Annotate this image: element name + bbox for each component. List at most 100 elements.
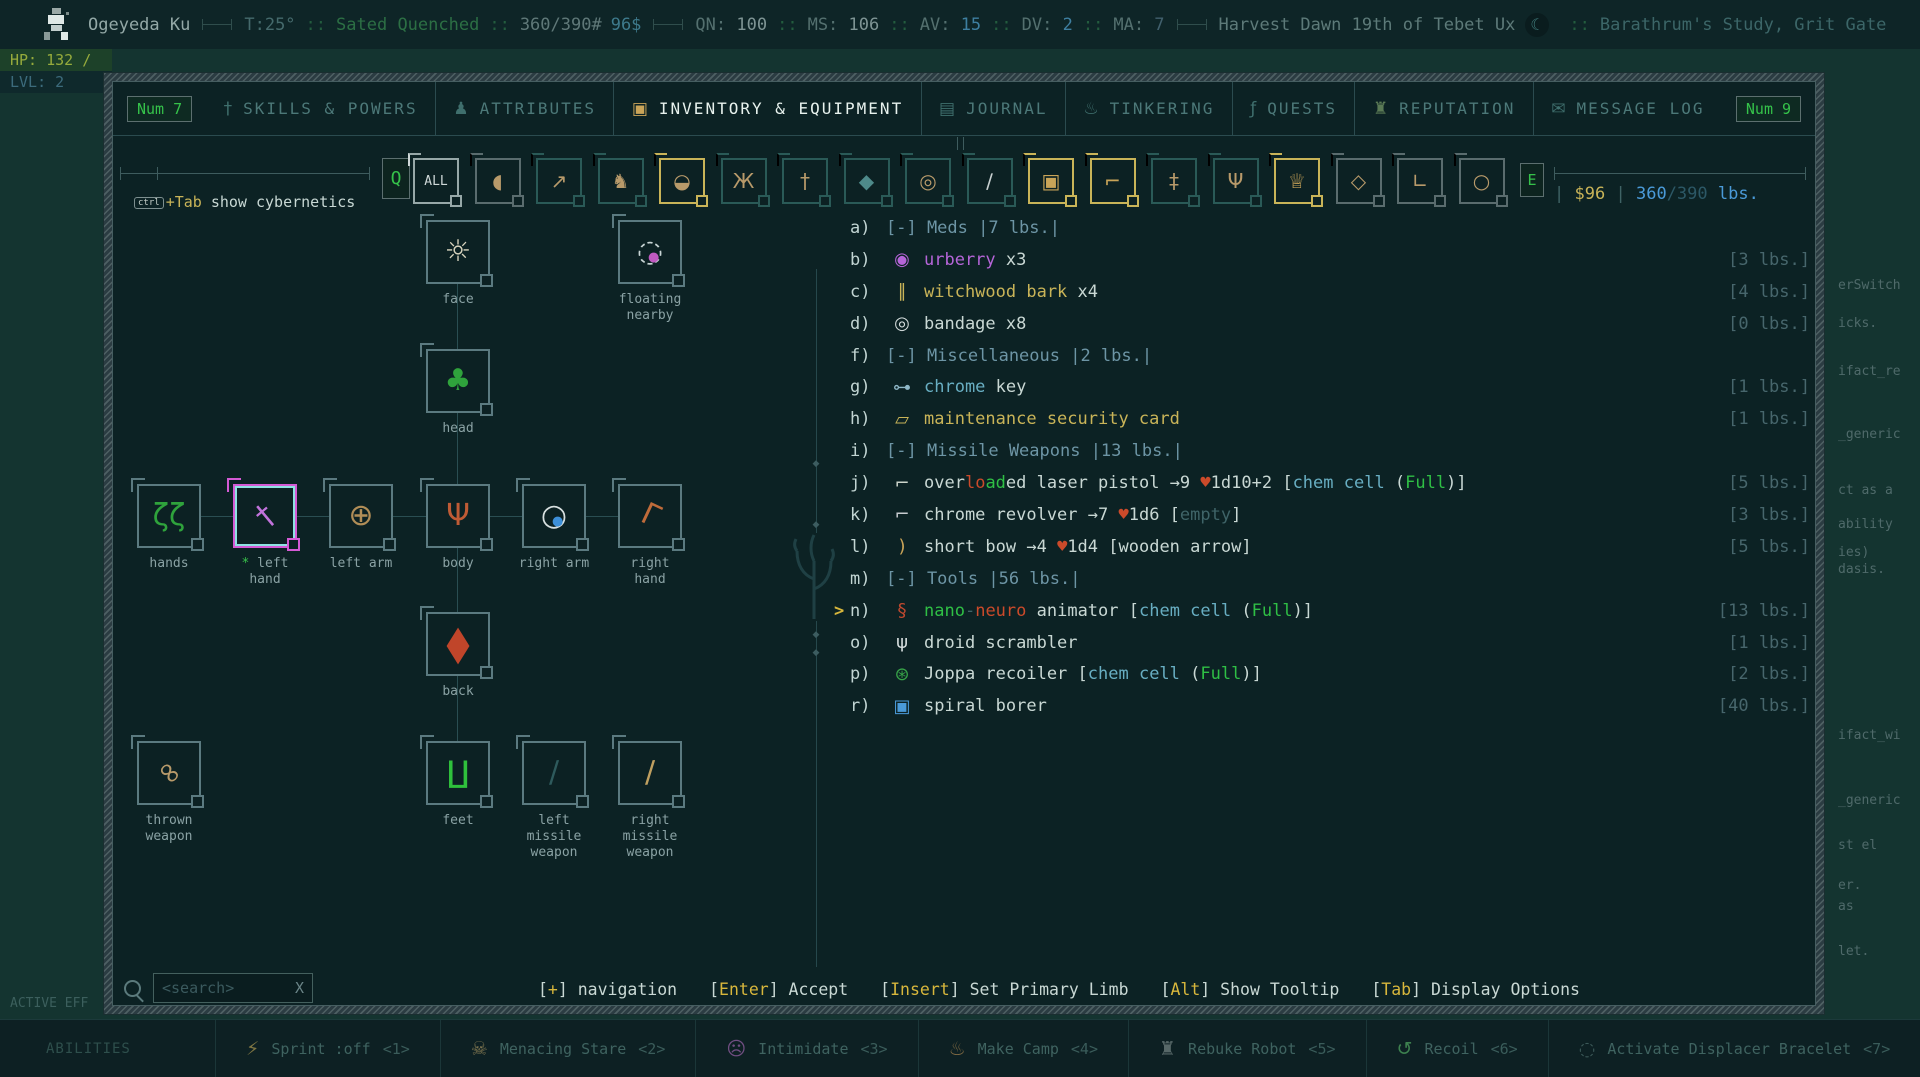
inventory-category-row[interactable]: f) [-] Miscellaneous |2 lbs.| bbox=[850, 340, 1810, 372]
equipment-slot-back[interactable]: ◆ bbox=[420, 606, 493, 679]
inventory-item-chrome-revolver[interactable]: k) ⌐ chrome revolver →7 ♥1d6 [empty] [3 lbs… bbox=[850, 499, 1810, 531]
ability-rebuke-robot[interactable]: ♜ Rebuke Robot <5> bbox=[1128, 1020, 1366, 1077]
tab-label: INVENTORY & EQUIPMENT bbox=[658, 99, 904, 118]
connector-line bbox=[490, 516, 522, 517]
equipment-slot-hands[interactable]: ζζ bbox=[131, 478, 204, 551]
item-letter: c) bbox=[850, 281, 871, 302]
tab-tinkering[interactable]: ♨ TINKERING bbox=[1064, 82, 1232, 135]
item-letter: i) bbox=[850, 441, 871, 462]
tab-quests[interactable]: ƒ QUESTS bbox=[1231, 82, 1355, 135]
equipment-slot-label-right-arm: right arm bbox=[518, 556, 590, 571]
inventory-item-urberry[interactable]: b) ◉ urberry x3 [3 lbs.] bbox=[850, 244, 1810, 276]
item-weight: [4 lbs.] bbox=[1728, 281, 1810, 302]
filter-scroll[interactable]: ◇ bbox=[1330, 153, 1385, 207]
num9-badge: Num 9 bbox=[1735, 95, 1802, 122]
inventory-item-nano-neuro-animator[interactable]: > n) § nano-neuro animator [chem cell (Full… bbox=[834, 595, 1810, 627]
filter-rod[interactable]: ∕ bbox=[961, 153, 1016, 207]
background-text-fragment: erSwitch bbox=[1838, 278, 1901, 293]
filter-scroll-right-key[interactable]: E bbox=[1520, 163, 1544, 197]
tab-reputation[interactable]: ♜ REPUTATION bbox=[1354, 82, 1532, 135]
filter-gem[interactable]: ◆ bbox=[838, 153, 893, 207]
ability-menacing-stare[interactable]: ☠ Menacing Stare <2> bbox=[439, 1020, 696, 1077]
droid-scrambler-icon: ψ bbox=[896, 632, 908, 654]
filter-food[interactable]: ◖ bbox=[469, 153, 524, 207]
stat-value: 2 bbox=[1062, 14, 1073, 35]
item-letter: o) bbox=[850, 632, 871, 653]
filter-scroll-left-key[interactable]: Q bbox=[382, 158, 410, 199]
tab-journal[interactable]: ▤ JOURNAL bbox=[920, 82, 1065, 135]
stat-label: MS: bbox=[807, 14, 849, 35]
stat-label: AV: bbox=[919, 14, 961, 35]
filter-shortblade[interactable]: † bbox=[777, 153, 831, 207]
connector-line bbox=[393, 516, 426, 517]
inventory-item-bandage[interactable]: d) ◎ bandage x8 [0 lbs.] bbox=[850, 308, 1810, 340]
filter-all[interactable]: ALL bbox=[408, 153, 462, 207]
inventory-item-maintenance-security-card[interactable]: h) ▱ maintenance security card [1 lbs.] bbox=[850, 403, 1810, 435]
ability-intimidate[interactable]: ☹ Intimidate <3> bbox=[695, 1020, 917, 1077]
equipment-slot-left-hand[interactable]: † bbox=[227, 478, 300, 551]
search-clear-button[interactable]: X bbox=[295, 979, 304, 997]
filter-pistol[interactable]: ⌐ bbox=[1084, 153, 1139, 207]
equipment-slot-right-hand[interactable]: Γ bbox=[612, 478, 685, 551]
inventory-category-row[interactable]: i) [-] Missile Weapons |13 lbs.| bbox=[850, 435, 1810, 467]
equipment-slot-body[interactable]: Ψ bbox=[420, 478, 493, 551]
filter-ammo[interactable]: ↗ bbox=[531, 153, 585, 207]
filter-longblade[interactable]: ‡ bbox=[1146, 153, 1200, 207]
inventory-item-droid-scrambler[interactable]: o) ψ droid scrambler [1 lbs.] bbox=[850, 627, 1810, 659]
inventory-item-chrome-key[interactable]: g) ⊶ chrome key [1 lbs.] bbox=[850, 371, 1810, 403]
ability-activate-displacer-bracelet[interactable]: ◌ Activate Displacer Bracelet <7> bbox=[1547, 1020, 1920, 1077]
weight-current: 360 bbox=[1635, 184, 1667, 204]
background-text-fragment: ability bbox=[1838, 517, 1893, 532]
tab-attributes[interactable]: ♟ ATTRIBUTES bbox=[435, 82, 613, 135]
inventory-item-short-bow[interactable]: l)) short bow →4 ♥1d4 [wooden arrow] [5 lb… bbox=[850, 531, 1810, 563]
hint-display-options: [Tab] Display Options bbox=[1371, 979, 1580, 999]
equipment-slot-head[interactable]: ♣ bbox=[420, 343, 493, 416]
filter-boot[interactable]: ∟ bbox=[1392, 153, 1446, 207]
tab-label: SKILLS & POWERS bbox=[243, 99, 418, 118]
right-missile-weapon-item-icon: ∕ bbox=[644, 755, 656, 790]
tab-label: ATTRIBUTES bbox=[479, 99, 596, 118]
intimidate-icon: ☹ bbox=[726, 1037, 747, 1060]
location: Barathrum's Study, Grit Gate bbox=[1599, 14, 1887, 35]
category-header: [-] Miscellaneous |2 lbs.| bbox=[886, 345, 1153, 366]
inventory-item-overloaded-laser-pistol[interactable]: j) ⌐ overloaded laser pistol →9 ♥1d10+2 [c… bbox=[850, 467, 1810, 499]
hint-set-primary-limb: [Insert] Set Primary Limb bbox=[880, 979, 1129, 999]
equipment-slot-left-arm[interactable]: ⊕ bbox=[323, 478, 396, 551]
filter-water-container[interactable]: ◒ bbox=[654, 153, 708, 207]
equipment-slot-right-missile-weapon[interactable]: ∕ bbox=[612, 735, 685, 808]
ability-recoil[interactable]: ↺ Recoil <6> bbox=[1365, 1020, 1548, 1077]
search-input[interactable]: <search> X bbox=[153, 973, 313, 1003]
equipment-slot-thrown-weapon[interactable]: ∞ bbox=[131, 735, 204, 808]
inventory-category-row[interactable]: a) [-] Meds |7 lbs.| bbox=[850, 212, 1810, 244]
item-name: bandage x8 bbox=[924, 313, 1027, 334]
equipment-slot-label-head: head bbox=[442, 421, 474, 436]
filter-corpse[interactable]: ♞ bbox=[592, 153, 647, 207]
tab-message-log[interactable]: ✉ MESSAGE LOG bbox=[1532, 82, 1722, 135]
inventory-item-spiral-borer[interactable]: r) ▣ spiral borer [40 lbs.] bbox=[850, 690, 1810, 722]
filter-chest[interactable]: ▣ bbox=[1023, 153, 1077, 207]
ability-label: Make Camp bbox=[977, 1039, 1059, 1058]
ability-make-camp[interactable]: ♨ Make Camp <4> bbox=[917, 1020, 1128, 1077]
tab-inventory-equipment[interactable]: ▣ INVENTORY & EQUIPMENT bbox=[613, 82, 920, 135]
equipment-slot-left-missile-weapon[interactable]: ∕ bbox=[516, 735, 589, 808]
equipment-slot-face[interactable]: ☼ bbox=[420, 214, 493, 287]
inventory-item-witchwood-bark[interactable]: c) ∥ witchwood bark x4 [4 lbs.] bbox=[850, 276, 1810, 308]
filter-ring[interactable]: ○ bbox=[1453, 153, 1508, 207]
equipment-slot-feet[interactable]: ∐ bbox=[420, 735, 493, 808]
equipment-slot-floating-nearby[interactable]: ◌ ● bbox=[612, 214, 685, 287]
item-name: maintenance security card bbox=[924, 409, 1180, 430]
filter-amulet[interactable]: ◎ bbox=[900, 153, 954, 207]
filter-armor-icon: Ψ bbox=[1227, 169, 1244, 193]
filter-trinket[interactable]: Ж bbox=[715, 153, 770, 207]
ability-sprint[interactable]: ⚡ Sprint :off <1> bbox=[215, 1020, 440, 1077]
level-indicator: LVL: 2 bbox=[0, 71, 112, 93]
menacing-stare-icon: ☠ bbox=[470, 1037, 488, 1060]
inventory-category-row[interactable]: m) [-] Tools |56 lbs.| bbox=[850, 563, 1810, 595]
item-name: overloaded laser pistol →9 ♥1d10+2 [chem… bbox=[924, 473, 1467, 494]
equipment-slot-label-face: face bbox=[442, 292, 474, 307]
tab-skills-powers[interactable]: † SKILLS & POWERS bbox=[206, 82, 435, 135]
filter-armor[interactable]: Ψ bbox=[1207, 153, 1262, 207]
equipment-slot-right-arm[interactable]: ○ ● bbox=[516, 478, 589, 551]
filter-tonic[interactable]: ♕ bbox=[1269, 153, 1323, 207]
inventory-item-joppa-recoiler[interactable]: p) ⊛ Joppa recoiler [chem cell (Full)] [2 l… bbox=[850, 658, 1810, 690]
